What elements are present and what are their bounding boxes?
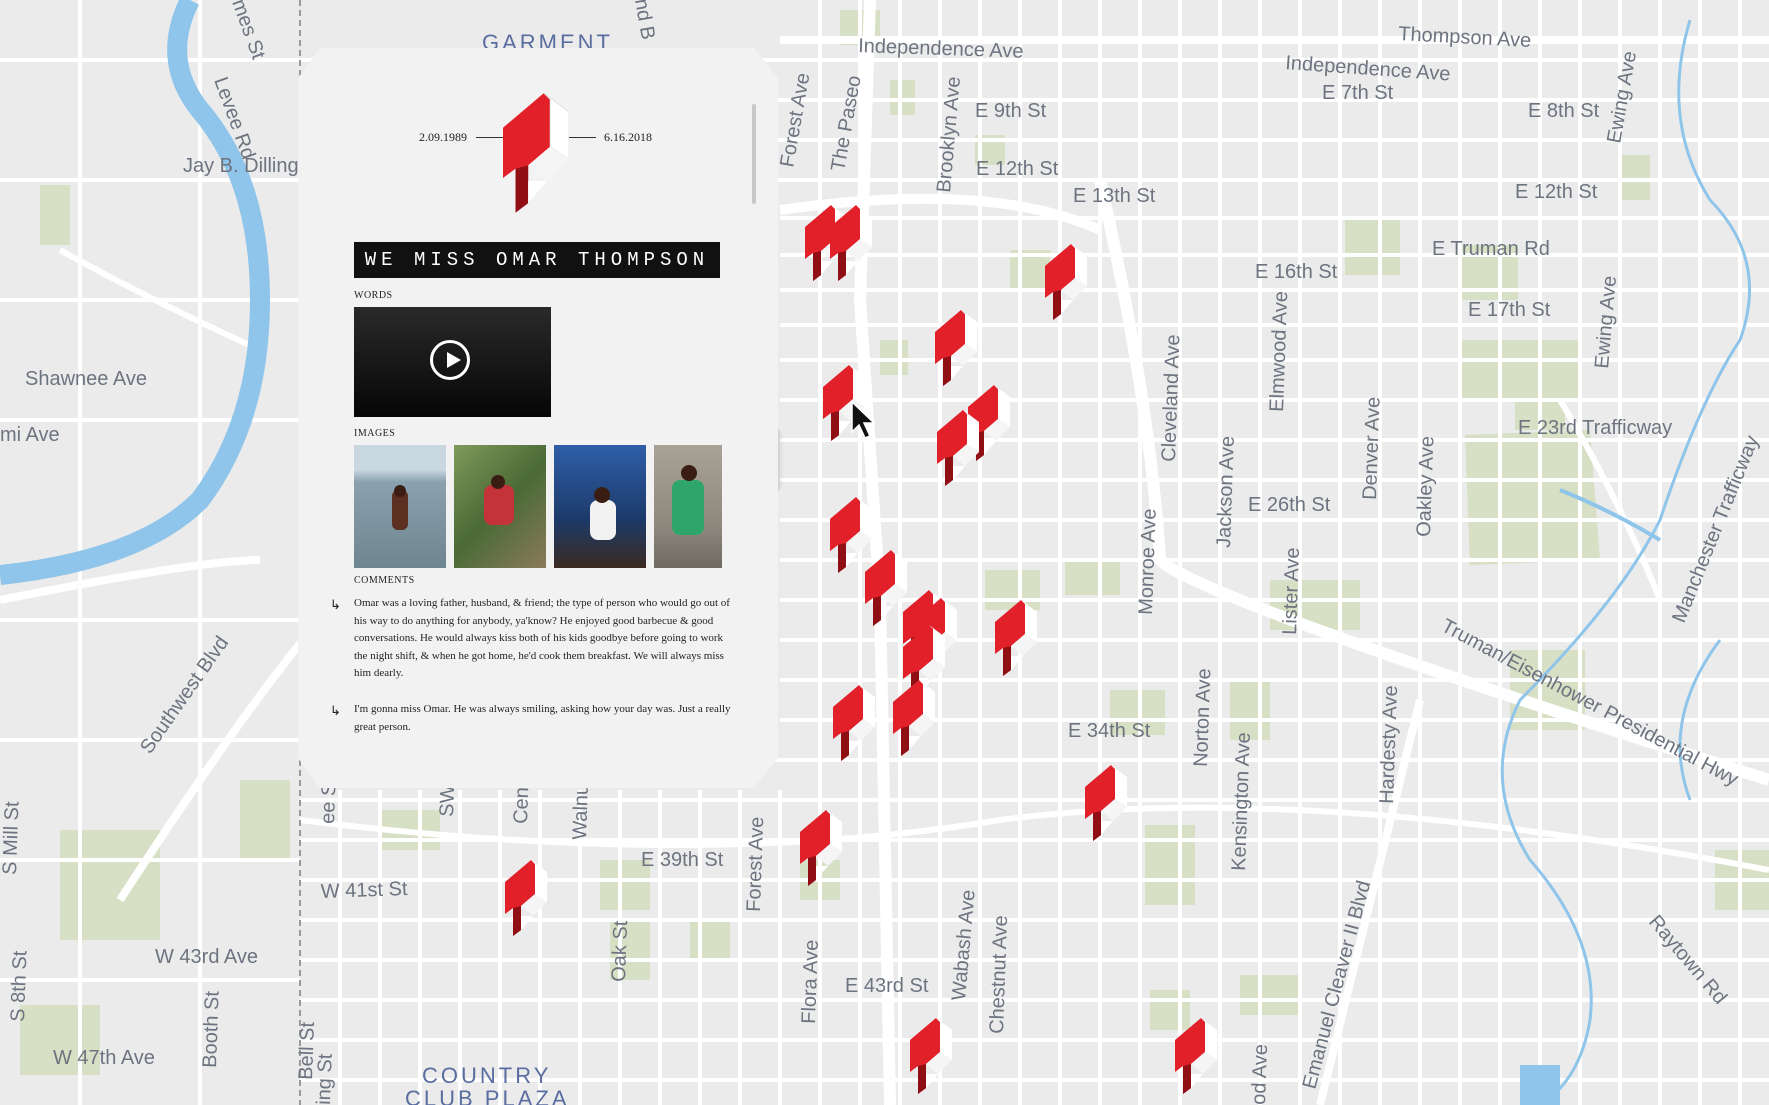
lake	[1520, 1065, 1560, 1105]
street-label: E 17th St	[1468, 299, 1551, 321]
photo-thumbnail[interactable]	[654, 445, 722, 568]
photo-thumbnail[interactable]	[454, 445, 546, 568]
street-label: Lister Ave	[1279, 547, 1304, 635]
street-label: E 39th St	[641, 849, 724, 871]
street-label: ing St	[313, 1053, 337, 1105]
street-label: Jackson Ave	[1213, 436, 1239, 549]
street-label: Monroe Ave	[1135, 508, 1161, 615]
street-label: E 12th St	[1515, 181, 1598, 203]
street-label: Walnu	[569, 783, 593, 840]
street-label: W 41st St	[320, 878, 408, 903]
street-label: E 12th St	[976, 158, 1059, 180]
district-label-club-plaza: CLUB PLAZA	[405, 1086, 570, 1105]
street-label: Forest Ave	[743, 816, 768, 912]
street-label: Cen	[510, 787, 533, 824]
video-player[interactable]	[354, 307, 551, 417]
street-label: S 8th St	[7, 950, 31, 1022]
street-label: W 47th Ave	[53, 1047, 155, 1069]
street-label: E 26th St	[1248, 494, 1331, 516]
memorial-popup: 2.09.1989 6.16.2018 WE MISS OMAR THOMPSO…	[298, 48, 778, 788]
play-icon[interactable]	[430, 340, 470, 380]
popup-scrollbar[interactable]	[752, 104, 756, 204]
street-label: E 7th St	[1322, 82, 1394, 104]
street-label: S Mill St	[0, 801, 24, 876]
comment-arrow-icon: ↳	[330, 703, 341, 718]
district-label-country: COUNTRY	[422, 1063, 551, 1088]
date-connector	[566, 137, 596, 138]
street-label: od Ave	[1248, 1044, 1272, 1105]
street-label: Oakley Ave	[1413, 436, 1439, 538]
death-date: 6.16.2018	[604, 130, 652, 144]
street-label: Shawnee Ave	[25, 368, 147, 390]
comment-text: I'm gonna miss Omar. He was always smili…	[354, 703, 731, 733]
comment-arrow-icon: ↳	[330, 597, 341, 612]
street-label: E 16th St	[1255, 261, 1338, 283]
street-label: E 34th St	[1068, 720, 1151, 742]
street-label: E Truman Rd	[1432, 238, 1550, 260]
street-label: Flora Ave	[798, 939, 823, 1024]
street-label: Norton Ave	[1190, 668, 1215, 767]
photo-thumbnail[interactable]	[354, 445, 446, 568]
street-label: Chestnut Ave	[986, 915, 1012, 1034]
street-label: Hardesty Ave	[1376, 685, 1402, 804]
street-label: W 43rd Ave	[155, 946, 258, 968]
street-label: E 23rd Trafficway	[1518, 417, 1672, 439]
comments-label: COMMENTS	[354, 575, 415, 586]
street-label: E 8th St	[1528, 100, 1600, 122]
street-label: Booth St	[199, 990, 224, 1068]
street-label: SW	[436, 784, 459, 817]
name-banner: WE MISS OMAR THOMPSON	[354, 242, 720, 278]
street-label: E 13th St	[1073, 185, 1156, 207]
words-label: WORDS	[354, 290, 393, 301]
street-label: Cleveland Ave	[1158, 334, 1184, 462]
street-label: mi Ave	[0, 424, 60, 446]
map-canvas[interactable]: GARMENT COUNTRY CLUB PLAZA Independence …	[0, 0, 1769, 1105]
photo-thumbnail[interactable]	[554, 445, 646, 568]
birth-date: 2.09.1989	[419, 130, 467, 144]
street-label: Oak St	[608, 920, 632, 982]
comment-text: Omar was a loving father, husband, & fri…	[354, 597, 730, 679]
images-label: IMAGES	[354, 428, 396, 439]
date-connector	[476, 137, 506, 138]
street-label: E 43rd St	[845, 975, 929, 997]
street-label: Denver Ave	[1359, 396, 1385, 500]
memorial-marker-icon	[503, 92, 569, 213]
street-label: Elmwood Ave	[1266, 291, 1292, 413]
street-label: E 9th St	[975, 100, 1047, 122]
